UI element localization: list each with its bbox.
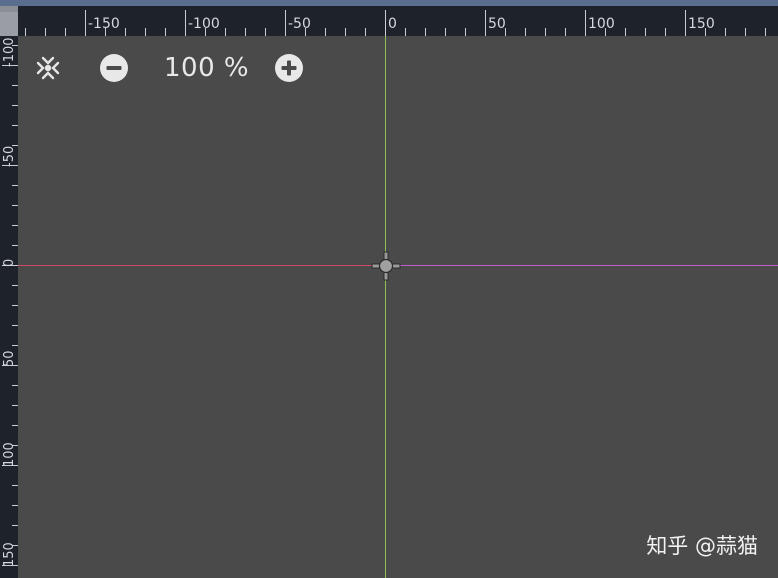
zoom-in-button[interactable]	[271, 50, 307, 86]
horizontal-ruler[interactable]: -150 -100 -50 0 50 100 150	[18, 6, 778, 36]
ruler-left-label: 0	[2, 259, 17, 267]
x-axis-line-right	[386, 265, 778, 266]
ruler-left-label: 100	[2, 442, 17, 467]
ruler-left-label: 50	[2, 350, 17, 367]
ruler-top-label: -100	[188, 16, 220, 32]
watermark-text: 知乎 @蒜猫	[646, 534, 758, 558]
zoom-in-icon	[273, 52, 305, 84]
ruler-left-label: -100	[2, 37, 17, 67]
x-axis-line-left	[18, 265, 385, 266]
ruler-top-label: 100	[588, 16, 615, 32]
ruler-top-label: -150	[88, 16, 120, 32]
center-view-button[interactable]	[30, 50, 66, 86]
y-axis-line	[385, 36, 386, 578]
ruler-top-label: 50	[488, 16, 506, 32]
center-view-icon	[33, 53, 63, 83]
zoom-out-button[interactable]	[96, 50, 132, 86]
ruler-top-label: -50	[288, 16, 311, 32]
zoom-level-label: 100 %	[164, 53, 250, 83]
vertical-ruler[interactable]: -100 -50 0 50 100 150	[0, 36, 18, 578]
zoom-out-icon	[98, 52, 130, 84]
ruler-top-label: 150	[688, 16, 715, 32]
ruler-left-label: -50	[2, 146, 17, 167]
ruler-corner	[0, 6, 18, 36]
zoom-toolbar: 100 %	[30, 48, 307, 88]
ruler-left-label: 150	[2, 542, 17, 567]
origin-gizmo-icon[interactable]	[371, 251, 401, 281]
ruler-top-label: 0	[388, 16, 397, 32]
canvas-viewport[interactable]: -150 -100 -50 0 50 100 150 -100 -50 0 50 100 150	[0, 0, 778, 578]
